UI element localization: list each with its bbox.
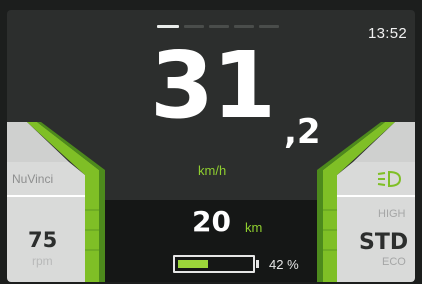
assist-mode-current[interactable]: STD [359,230,408,255]
display-bezel: 13:52 31 ,2 km/h NuVinci 75 rpm HIGH STD… [0,0,422,284]
battery-percent: 42 % [269,257,299,272]
battery-fill [178,260,208,268]
bike-computer-screen: 13:52 31 ,2 km/h NuVinci 75 rpm HIGH STD… [7,10,415,282]
cadence-unit: rpm [32,254,53,268]
assist-mode-high: HIGH [378,208,406,220]
assist-mode-eco: ECO [382,256,406,268]
cadence-value: 75 [28,228,58,252]
battery-terminal [256,260,259,268]
nuvinci-label: NuVinci [12,172,54,186]
range-value: 20 [192,205,231,238]
range-unit: km [245,220,263,235]
speed-decimal: ,2 [284,112,321,152]
speed-value: 31 [150,32,276,139]
battery-gauge [173,255,255,273]
headlight-icon[interactable] [376,170,402,188]
speed-unit: km/h [198,163,227,178]
